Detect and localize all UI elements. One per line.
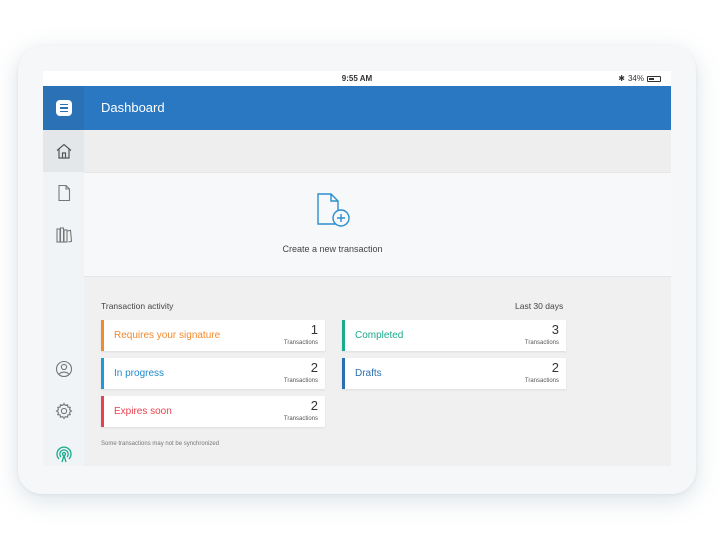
- card-expires-soon[interactable]: Expires soon 2 Transactions: [101, 396, 325, 427]
- card-label: Completed: [355, 330, 404, 341]
- card-in-progress[interactable]: In progress 2 Transactions: [101, 358, 325, 389]
- card-label: Drafts: [355, 368, 382, 379]
- document-icon: [57, 184, 70, 202]
- sidebar-item-settings[interactable]: [43, 396, 84, 426]
- page-title: Dashboard: [101, 100, 165, 115]
- card-label: Expires soon: [114, 406, 172, 417]
- card-count: 2: [310, 398, 318, 413]
- card-count: 2: [551, 360, 559, 375]
- app-header: Dashboard: [84, 86, 671, 130]
- card-count: 2: [310, 360, 318, 375]
- sidebar-item-profile[interactable]: [43, 354, 84, 384]
- gear-icon: [55, 402, 72, 420]
- status-indicators: ✱ 34%: [618, 74, 661, 83]
- card-label: In progress: [114, 368, 165, 379]
- battery-icon: [647, 75, 661, 82]
- sidebar-item-documents[interactable]: [43, 178, 84, 208]
- card-drafts[interactable]: Drafts 2 Transactions: [342, 358, 566, 389]
- create-transaction-button[interactable]: Create a new transaction: [84, 172, 671, 277]
- sidebar-item-sync[interactable]: [43, 439, 84, 466]
- activity-title: Transaction activity: [101, 301, 174, 311]
- activity-period: Last 30 days: [515, 301, 564, 311]
- battery-percent: 34%: [627, 74, 644, 83]
- card-label: Requires your signature: [114, 330, 221, 341]
- status-bar: 9:55 AM ✱ 34%: [43, 71, 671, 86]
- user-icon: [55, 360, 72, 378]
- home-icon: [56, 143, 71, 159]
- card-unit: Transactions: [524, 378, 559, 384]
- sync-footnote: Some transactions may not be synchronize…: [101, 441, 220, 447]
- card-count: 1: [310, 322, 318, 337]
- card-count: 3: [551, 322, 559, 337]
- card-unit: Transactions: [524, 340, 559, 346]
- bluetooth-icon: ✱: [618, 74, 625, 83]
- card-unit: Transactions: [283, 378, 318, 384]
- toolbar-strip: [84, 130, 671, 172]
- sidebar: [43, 86, 84, 466]
- status-time: 9:55 AM: [341, 74, 373, 83]
- card-requires-signature[interactable]: Requires your signature 1 Transactions: [101, 320, 325, 351]
- menu-button[interactable]: [43, 86, 84, 130]
- document-plus-icon: [317, 193, 350, 227]
- sidebar-item-home[interactable]: [43, 130, 84, 172]
- library-icon: [55, 227, 72, 243]
- sidebar-item-library[interactable]: [43, 220, 84, 250]
- menu-icon: [55, 100, 72, 116]
- app-screen: 9:55 AM ✱ 34% Dashboard Create a new tra…: [43, 71, 671, 466]
- card-unit: Transactions: [283, 416, 318, 422]
- transaction-activity-panel: Transaction activity Last 30 days Requir…: [84, 277, 671, 466]
- wireless-sync-icon: [55, 446, 72, 463]
- card-unit: Transactions: [283, 340, 318, 346]
- card-completed[interactable]: Completed 3 Transactions: [342, 320, 566, 351]
- create-transaction-label: Create a new transaction: [282, 244, 383, 254]
